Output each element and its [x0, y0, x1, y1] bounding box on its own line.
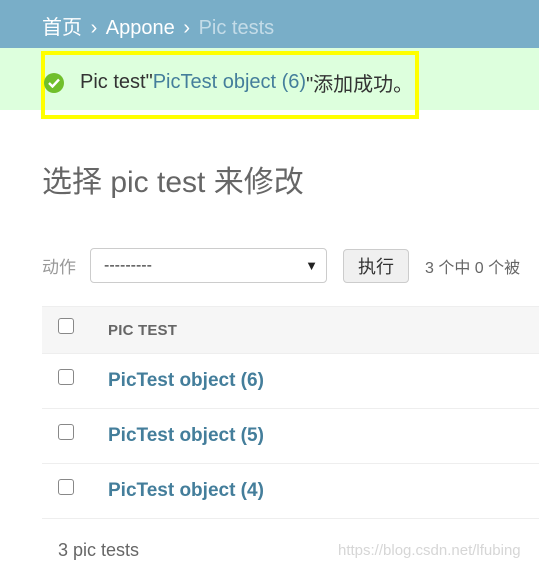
column-header-pic-test[interactable]: PIC TEST — [108, 322, 177, 339]
table-row: PicTest object (5) — [42, 409, 539, 464]
action-select-value: --------- — [104, 256, 152, 274]
row-link[interactable]: PicTest object (5) — [108, 425, 264, 447]
success-message: Pic test" PicTest object (6) "添加成功。 — [44, 68, 413, 97]
dropdown-arrow-icon: ▼ — [305, 258, 318, 273]
paginator: 3 pic tests — [58, 540, 140, 560]
row-checkbox[interactable] — [58, 369, 74, 385]
breadcrumb: 首页 › Appone › Pic tests — [0, 0, 539, 48]
row-link[interactable]: PicTest object (6) — [108, 370, 264, 392]
result-list-table: PIC TEST PicTest object (6) PicTest obje… — [42, 306, 539, 519]
breadcrumb-separator: › — [183, 17, 190, 39]
message-object-link[interactable]: PicTest object (6) — [153, 71, 306, 94]
breadcrumb-home-link[interactable]: 首页 — [42, 17, 82, 39]
breadcrumb-current: Pic tests — [198, 17, 275, 39]
actions-label: 动作 — [42, 258, 76, 277]
action-select[interactable]: --------- ▼ — [90, 248, 327, 283]
breadcrumb-app-link[interactable]: Appone — [106, 17, 175, 39]
table-row: PicTest object (4) — [42, 464, 539, 519]
select-all-checkbox[interactable] — [58, 318, 74, 334]
table-header: PIC TEST — [42, 306, 539, 354]
actions-bar: 动作 --------- ▼ 执行 3 个中 0 个被 — [42, 248, 520, 283]
table-row: PicTest object (6) — [42, 354, 539, 409]
row-link[interactable]: PicTest object (4) — [108, 480, 264, 502]
page-title: 选择 pic test 来修改 — [42, 166, 304, 199]
row-checkbox[interactable] — [58, 479, 74, 495]
watermark: https://blog.csdn.net/lfubing — [338, 542, 521, 559]
success-check-icon — [44, 72, 64, 93]
go-button[interactable]: 执行 — [343, 248, 409, 283]
selection-counter: 3 个中 0 个被 — [425, 259, 521, 277]
message-prefix: Pic test" — [80, 71, 153, 93]
breadcrumb-separator: › — [90, 17, 98, 39]
message-suffix: "添加成功。 — [306, 74, 414, 96]
row-checkbox[interactable] — [58, 424, 74, 440]
